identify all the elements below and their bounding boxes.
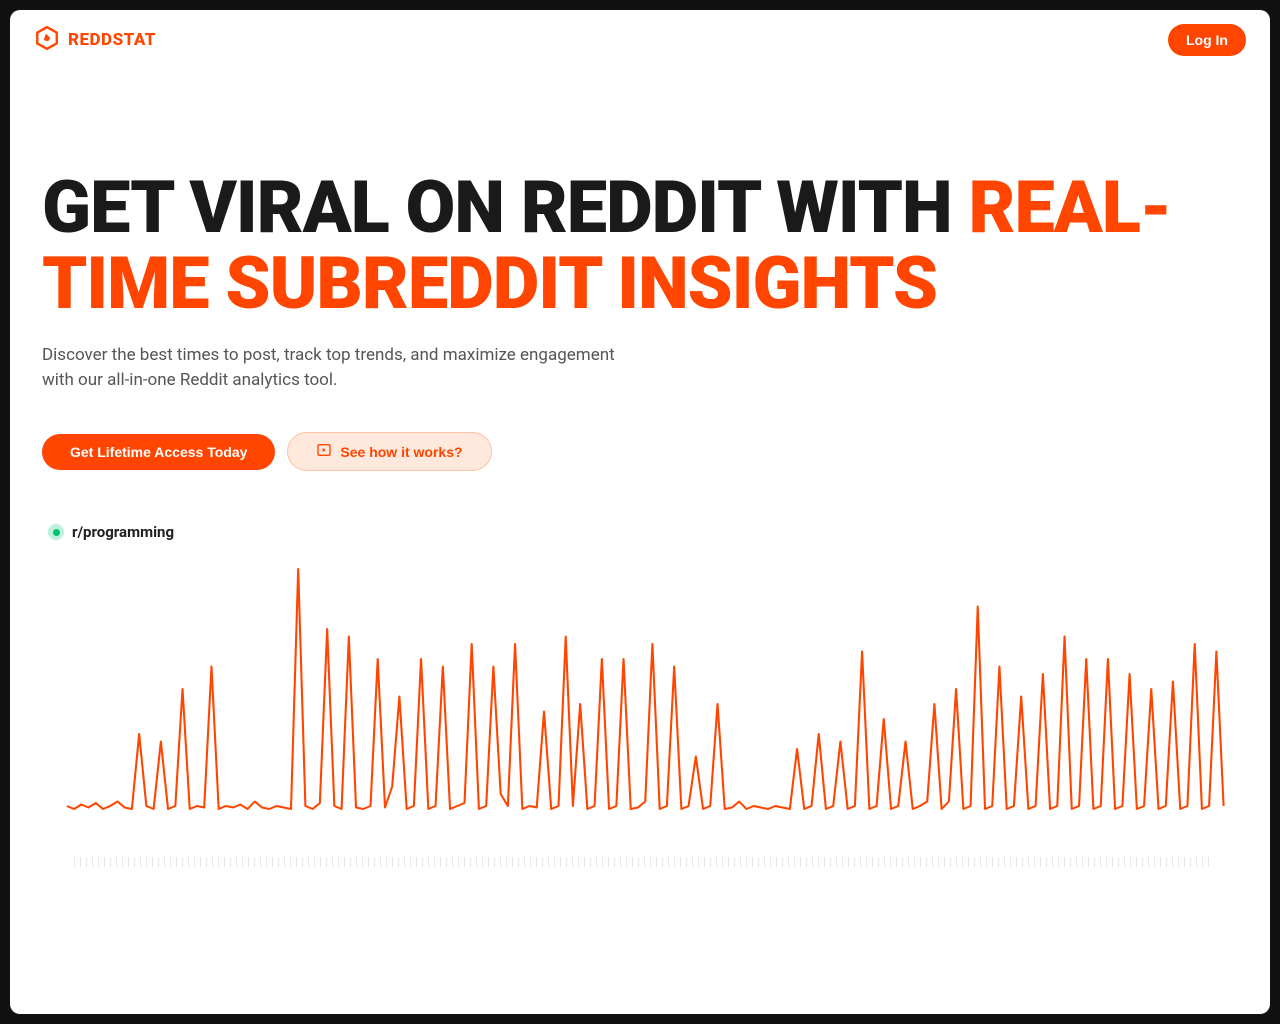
page-container: REDDSTAT Log In GET VIRAL ON REDDIT WITH… — [10, 10, 1270, 1014]
brand[interactable]: REDDSTAT — [34, 25, 156, 55]
get-access-button[interactable]: Get Lifetime Access Today — [42, 434, 275, 470]
hero-section: GET VIRAL ON REDDIT WITH REAL-TIME SUBRE… — [10, 70, 1270, 471]
chart-subreddit-label: r/programming — [72, 523, 174, 541]
see-how-it-works-label: See how it works? — [340, 444, 462, 460]
login-button[interactable]: Log In — [1168, 24, 1246, 56]
activity-chart — [46, 549, 1234, 849]
header: REDDSTAT Log In — [10, 10, 1270, 70]
hero-title-plain: GET VIRAL ON REDDIT WITH — [42, 165, 952, 250]
chart-header: r/programming — [46, 519, 1234, 549]
hero-title: GET VIRAL ON REDDIT WITH REAL-TIME SUBRE… — [42, 170, 1238, 321]
brand-logo-icon — [34, 25, 60, 55]
live-indicator-icon — [48, 524, 64, 540]
brand-name: REDDSTAT — [68, 30, 156, 50]
chart-tick-strip — [74, 857, 1214, 867]
cta-row: Get Lifetime Access Today See how it wor… — [42, 432, 1238, 471]
hero-subtitle: Discover the best times to post, track t… — [42, 343, 622, 392]
see-how-it-works-button[interactable]: See how it works? — [287, 432, 491, 471]
chart-card: r/programming — [34, 511, 1246, 885]
play-icon — [316, 442, 332, 461]
